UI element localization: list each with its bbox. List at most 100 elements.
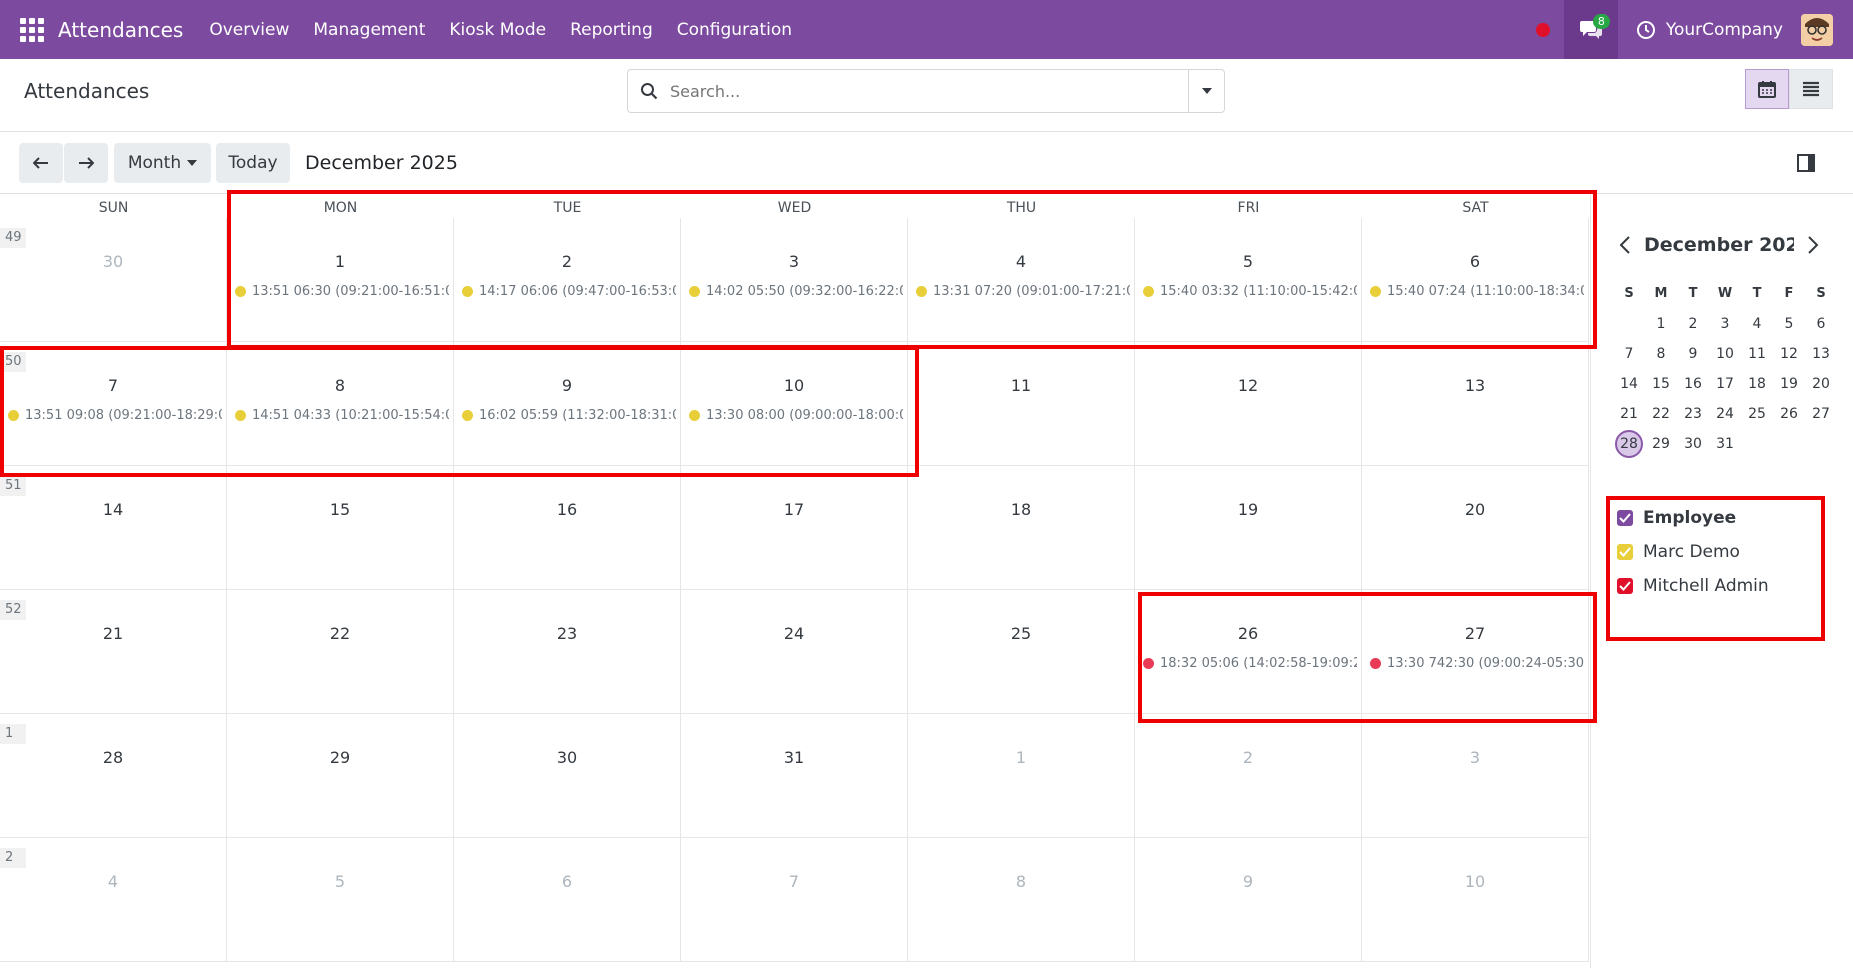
calendar-day-cell[interactable]: 5 [227, 838, 454, 962]
calendar-day-cell[interactable]: 29 [227, 714, 454, 838]
calendar-view-button[interactable] [1745, 69, 1789, 109]
calendar-day-cell[interactable]: 30 49 [0, 218, 227, 342]
mini-calendar-day[interactable]: 5 [1773, 312, 1805, 336]
calendar-day-cell[interactable]: 2 [1135, 714, 1362, 838]
mini-calendar-day[interactable]: 9 [1677, 342, 1709, 366]
calendar-day-cell[interactable]: 30 [454, 714, 681, 838]
attendance-event[interactable]: 13:30 742:30 (09:00:24-05:30:00) [1370, 656, 1584, 671]
calendar-day-cell[interactable]: 24 [681, 590, 908, 714]
calendar-day-cell[interactable]: 20 [1362, 466, 1589, 590]
chevron-left-icon[interactable] [1619, 236, 1631, 254]
attendance-event[interactable]: 14:17 06:06 (09:47:00-16:53:00) [462, 284, 676, 299]
calendar-day-cell[interactable]: 42 [0, 838, 227, 962]
calendar-day-cell[interactable]: 23 [454, 590, 681, 714]
mini-calendar-day[interactable]: 11 [1741, 342, 1773, 366]
mini-calendar-day[interactable]: 3 [1709, 312, 1741, 336]
mini-calendar-day[interactable]: 29 [1645, 432, 1677, 456]
calendar-day-cell[interactable]: 13 [1362, 342, 1589, 466]
mini-calendar-day[interactable]: 24 [1709, 402, 1741, 426]
attendance-event[interactable]: 16:02 05:59 (11:32:00-18:31:00) [462, 408, 676, 423]
messages-button[interactable]: 8 [1563, 0, 1618, 59]
calendar-day-cell[interactable]: 14 51 [0, 466, 227, 590]
list-view-button[interactable] [1789, 69, 1833, 109]
menu-overview[interactable]: Overview [209, 20, 289, 40]
mini-calendar-day[interactable]: 10 [1709, 342, 1741, 366]
attendance-event[interactable]: 15:40 07:24 (11:10:00-18:34:00) [1370, 284, 1584, 299]
calendar-day-cell[interactable]: 15 [227, 466, 454, 590]
checkbox-checked-icon[interactable] [1617, 544, 1633, 560]
menu-kiosk-mode[interactable]: Kiosk Mode [449, 20, 546, 40]
calendar-day-cell[interactable]: 18 [908, 466, 1135, 590]
attendance-event[interactable]: 18:32 05:06 (14:02:58-19:09:21) [1143, 656, 1357, 671]
scale-dropdown[interactable]: Month [114, 143, 211, 183]
calendar-day-cell[interactable]: 10 [1362, 838, 1589, 962]
calendar-day-cell[interactable]: 8 [908, 838, 1135, 962]
mini-calendar-day[interactable]: 16 [1677, 372, 1709, 396]
today-button[interactable]: Today [216, 143, 290, 183]
previous-button[interactable] [19, 143, 63, 183]
status-dot-icon[interactable] [1535, 22, 1550, 37]
filter-heading-row[interactable]: Employee [1617, 508, 1769, 528]
calendar-day-cell[interactable]: 6 [454, 838, 681, 962]
mini-calendar-day[interactable]: 30 [1677, 432, 1709, 456]
attendance-event[interactable]: 13:30 08:00 (09:00:00-18:00:00) [689, 408, 903, 423]
mini-calendar-day[interactable]: 21 [1613, 402, 1645, 426]
calendar-day-cell[interactable]: 3 [1362, 714, 1589, 838]
clock-icon[interactable] [1636, 20, 1656, 40]
calendar-day-cell[interactable]: 11 [908, 342, 1135, 466]
mini-calendar-day[interactable]: 8 [1645, 342, 1677, 366]
menu-management[interactable]: Management [313, 20, 425, 40]
mini-calendar-day[interactable]: 20 [1805, 372, 1837, 396]
calendar-day-cell[interactable]: 8 14:51 04:33 (10:21:00-15:54:00) [227, 342, 454, 466]
next-button[interactable] [64, 143, 108, 183]
mini-calendar-day[interactable]: 13 [1805, 342, 1837, 366]
calendar-day-cell[interactable]: 25 [908, 590, 1135, 714]
mini-calendar-day[interactable]: 7 [1613, 342, 1645, 366]
mini-calendar-day[interactable]: 23 [1677, 402, 1709, 426]
app-name[interactable]: Attendances [58, 18, 183, 42]
filter-row[interactable]: Marc Demo [1617, 542, 1769, 562]
calendar-day-cell[interactable]: 3 14:02 05:50 (09:32:00-16:22:00) [681, 218, 908, 342]
calendar-day-cell[interactable]: 27 13:30 742:30 (09:00:24-05:30:00) [1362, 590, 1589, 714]
toggle-sidebar-icon[interactable] [1797, 154, 1815, 172]
checkbox-checked-icon[interactable] [1617, 578, 1633, 594]
calendar-day-cell[interactable]: 1 13:51 06:30 (09:21:00-16:51:00) [227, 218, 454, 342]
attendance-event[interactable]: 13:51 06:30 (09:21:00-16:51:00) [235, 284, 449, 299]
calendar-day-cell[interactable]: 31 [681, 714, 908, 838]
mini-calendar-day[interactable]: 1 [1645, 312, 1677, 336]
mini-calendar-day[interactable]: 12 [1773, 342, 1805, 366]
chevron-right-icon[interactable] [1807, 236, 1819, 254]
calendar-day-cell[interactable]: 9 [1135, 838, 1362, 962]
calendar-day-cell[interactable]: 9 16:02 05:59 (11:32:00-18:31:00) [454, 342, 681, 466]
attendance-event[interactable]: 13:51 09:08 (09:21:00-18:29:00) [8, 408, 222, 423]
filter-row[interactable]: Mitchell Admin [1617, 576, 1769, 596]
attendance-event[interactable]: 14:51 04:33 (10:21:00-15:54:00) [235, 408, 449, 423]
attendance-event[interactable]: 15:40 03:32 (11:10:00-15:42:00) [1143, 284, 1357, 299]
calendar-day-cell[interactable]: 6 15:40 07:24 (11:10:00-18:34:00) [1362, 218, 1589, 342]
calendar-day-cell[interactable]: 1 [908, 714, 1135, 838]
mini-calendar-day[interactable]: 4 [1741, 312, 1773, 336]
mini-calendar-day[interactable]: 22 [1645, 402, 1677, 426]
menu-reporting[interactable]: Reporting [570, 20, 653, 40]
mini-calendar-day[interactable]: 27 [1805, 402, 1837, 426]
mini-calendar-day[interactable]: 28 [1613, 430, 1645, 458]
calendar-day-cell[interactable]: 26 18:32 05:06 (14:02:58-19:09:21) [1135, 590, 1362, 714]
attendance-event[interactable]: 13:31 07:20 (09:01:00-17:21:00) [916, 284, 1130, 299]
calendar-day-cell[interactable]: 22 [227, 590, 454, 714]
attendance-event[interactable]: 14:02 05:50 (09:32:00-16:22:00) [689, 284, 903, 299]
calendar-day-cell[interactable]: 5 15:40 03:32 (11:10:00-15:42:00) [1135, 218, 1362, 342]
user-avatar[interactable] [1801, 13, 1833, 46]
mini-calendar-day[interactable]: 19 [1773, 372, 1805, 396]
calendar-day-cell[interactable]: 4 13:31 07:20 (09:01:00-17:21:00) [908, 218, 1135, 342]
calendar-day-cell[interactable]: 16 [454, 466, 681, 590]
mini-calendar-day[interactable]: 15 [1645, 372, 1677, 396]
calendar-day-cell[interactable]: 17 [681, 466, 908, 590]
menu-configuration[interactable]: Configuration [677, 20, 792, 40]
calendar-day-cell[interactable]: 7 [681, 838, 908, 962]
search-options-toggle[interactable] [1188, 70, 1224, 112]
calendar-day-cell[interactable]: 21 52 [0, 590, 227, 714]
mini-calendar-day[interactable]: 14 [1613, 372, 1645, 396]
calendar-day-cell[interactable]: 28 1 [0, 714, 227, 838]
mini-calendar-day[interactable]: 17 [1709, 372, 1741, 396]
mini-calendar-day[interactable]: 25 [1741, 402, 1773, 426]
